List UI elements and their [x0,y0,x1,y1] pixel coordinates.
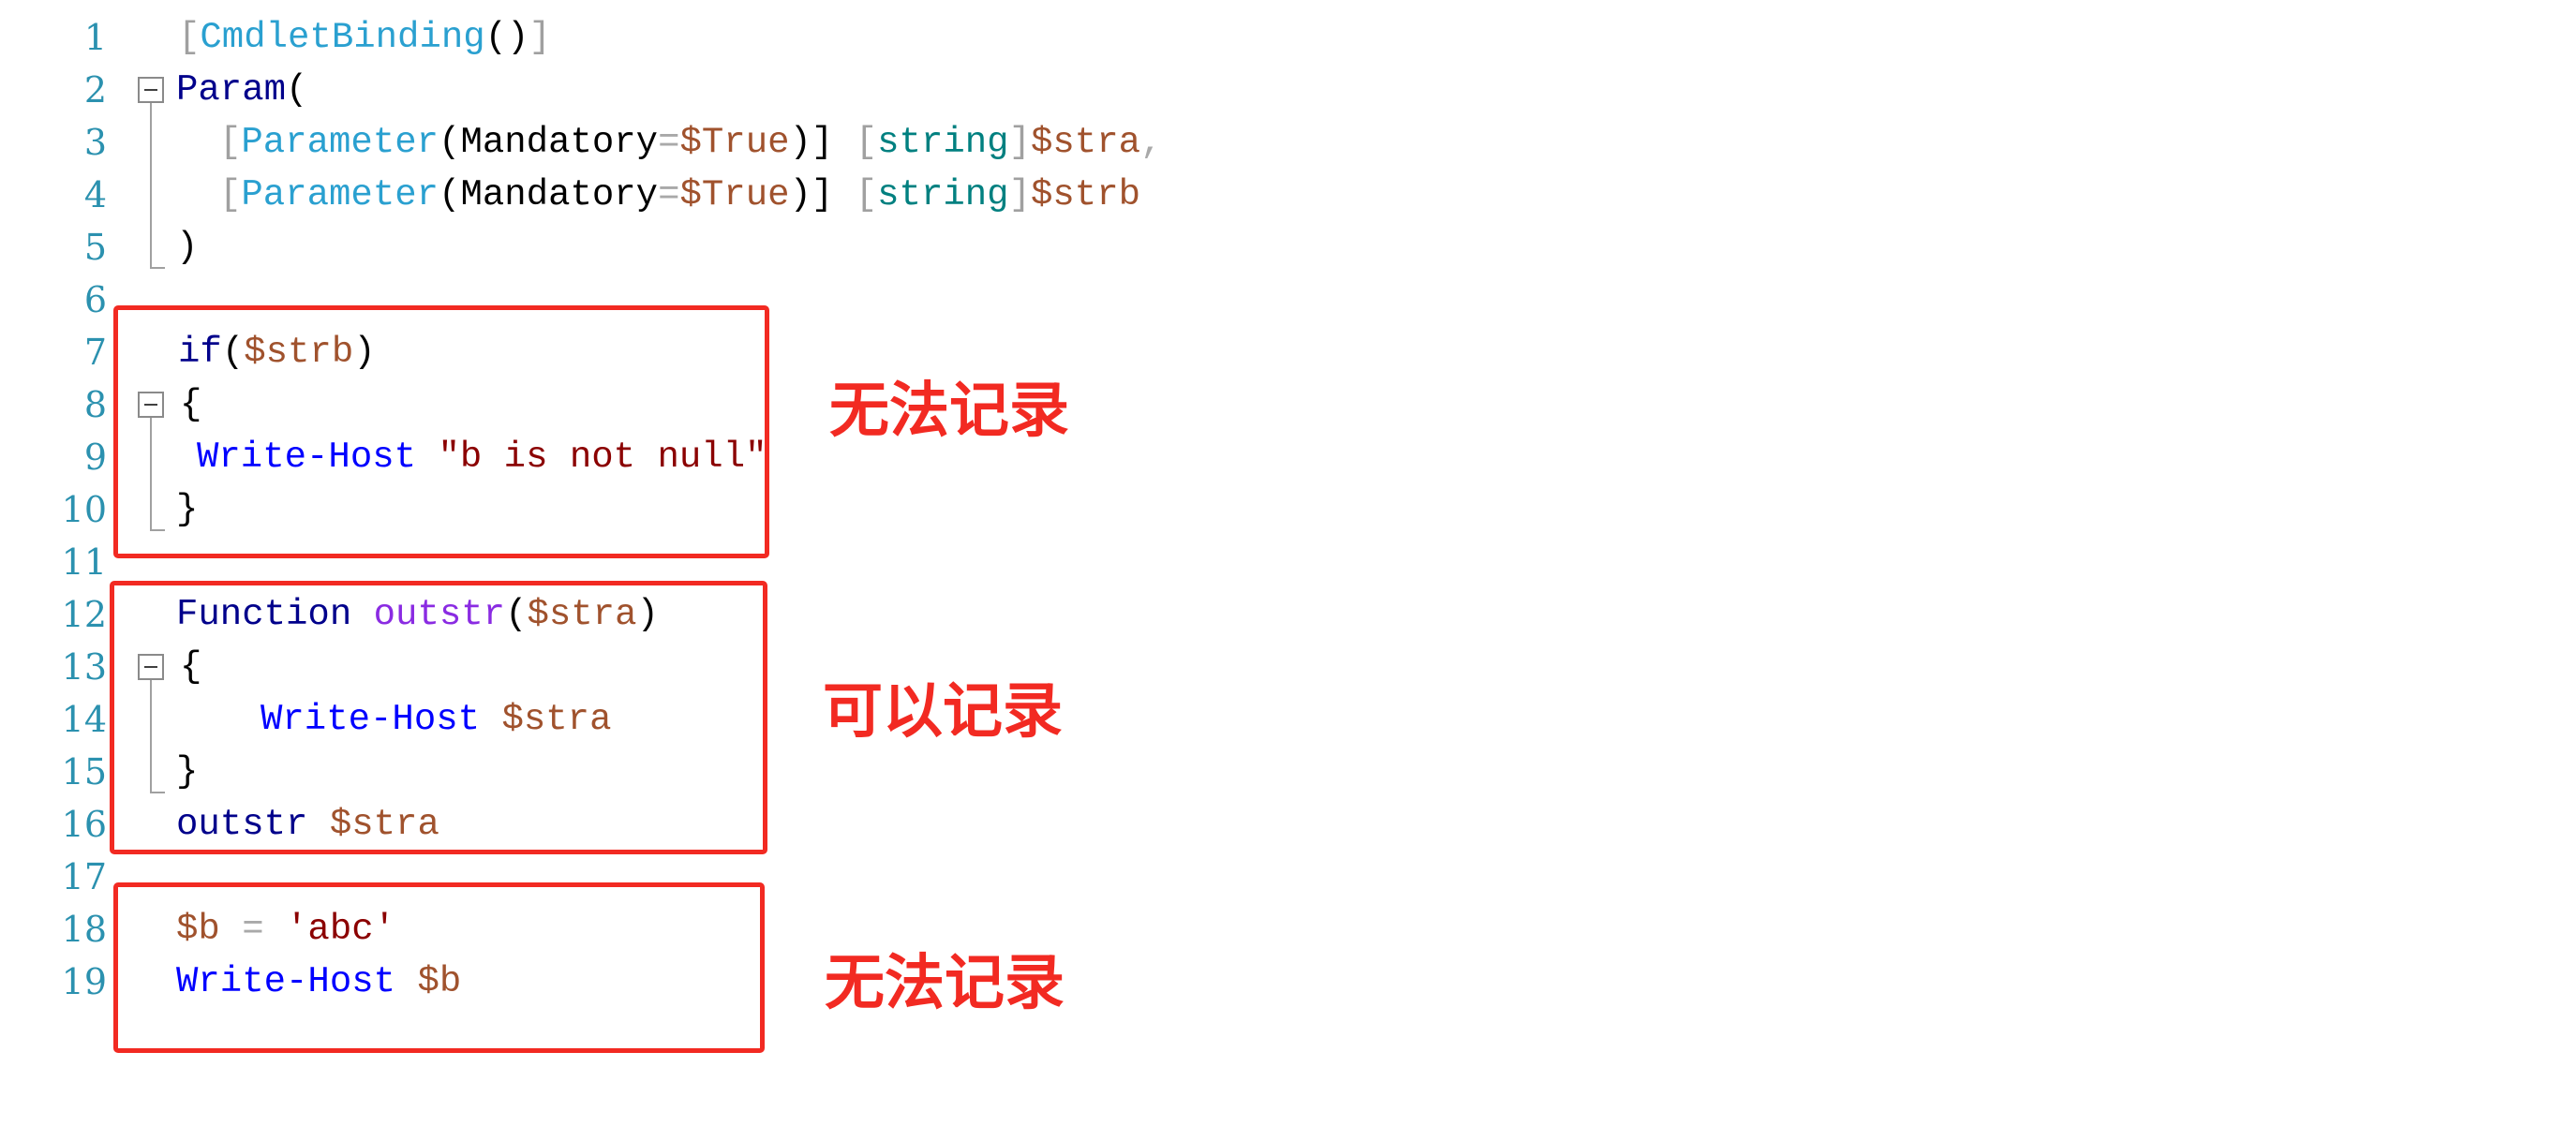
line-number: 3 [83,122,107,163]
bracket: ] [529,17,551,58]
code-line-2[interactable]: Param( [176,64,307,116]
paren: )] [789,174,834,215]
line-number: 2 [83,69,107,111]
annotation-box-variable-block [113,882,765,1053]
line-number: 15 [61,751,107,793]
line-number: 5 [83,227,107,268]
annotation-label-cannot-log: 无法记录 [829,377,1069,446]
line-number: 19 [61,961,107,1002]
line-number: 4 [83,174,107,215]
bracket: [ [219,174,242,215]
annotation-label-can-log: 可以记录 [823,677,1063,747]
variable: $stra [1031,122,1141,163]
paren: ( [286,69,308,111]
variable: $True [679,174,790,215]
fold-end-marker [150,267,165,269]
paren: )] [789,122,834,163]
line-number: 9 [83,437,107,478]
fold-guide-line [150,103,152,268]
keyword: Param [176,69,287,111]
line-number: 16 [61,804,107,845]
line-number: 18 [61,909,107,950]
bracket: [ [833,122,878,163]
attribute-name: CmdletBinding [200,17,485,58]
code-line-1[interactable]: [CmdletBinding()] [178,11,551,64]
paren: ) [176,227,199,268]
operator: = [658,122,680,163]
line-number: 11 [61,541,107,583]
line-number: 1 [83,17,107,58]
bracket: [ [219,122,242,163]
type-name: string [877,122,1009,163]
line-number: 8 [83,384,107,425]
line-number: 7 [83,332,107,373]
code-line-5[interactable]: ) [176,221,198,274]
code-line-4[interactable]: [Parameter(Mandatory=$True)] [string]$st… [219,169,1140,221]
variable: $True [679,122,790,163]
bracket: ] [1008,122,1031,163]
bracket: ] [1008,174,1031,215]
annotation-label-cannot-log: 无法记录 [825,949,1065,1018]
collapse-minus-icon[interactable] [138,77,164,103]
code-editor[interactable]: 1 2 3 4 5 6 7 8 9 10 11 12 13 14 15 16 1… [0,0,2576,1126]
parens: () [484,17,529,58]
attribute-name: Parameter [241,122,439,163]
argument: (Mandatory [439,174,659,215]
line-number: 17 [61,856,107,897]
annotation-box-if-block [113,305,769,558]
line-number: 6 [83,279,107,320]
comma: , [1140,122,1163,163]
operator: = [658,174,680,215]
argument: (Mandatory [439,122,659,163]
bracket: [ [178,17,201,58]
line-number: 10 [61,489,107,530]
bracket: [ [833,174,878,215]
variable: $strb [1031,174,1141,215]
line-number: 14 [61,699,107,740]
line-number: 13 [61,646,107,688]
annotation-box-function-block [110,581,767,854]
code-line-3[interactable]: [Parameter(Mandatory=$True)] [string]$st… [219,116,1162,169]
line-number: 12 [61,594,107,635]
attribute-name: Parameter [241,174,439,215]
type-name: string [877,174,1009,215]
